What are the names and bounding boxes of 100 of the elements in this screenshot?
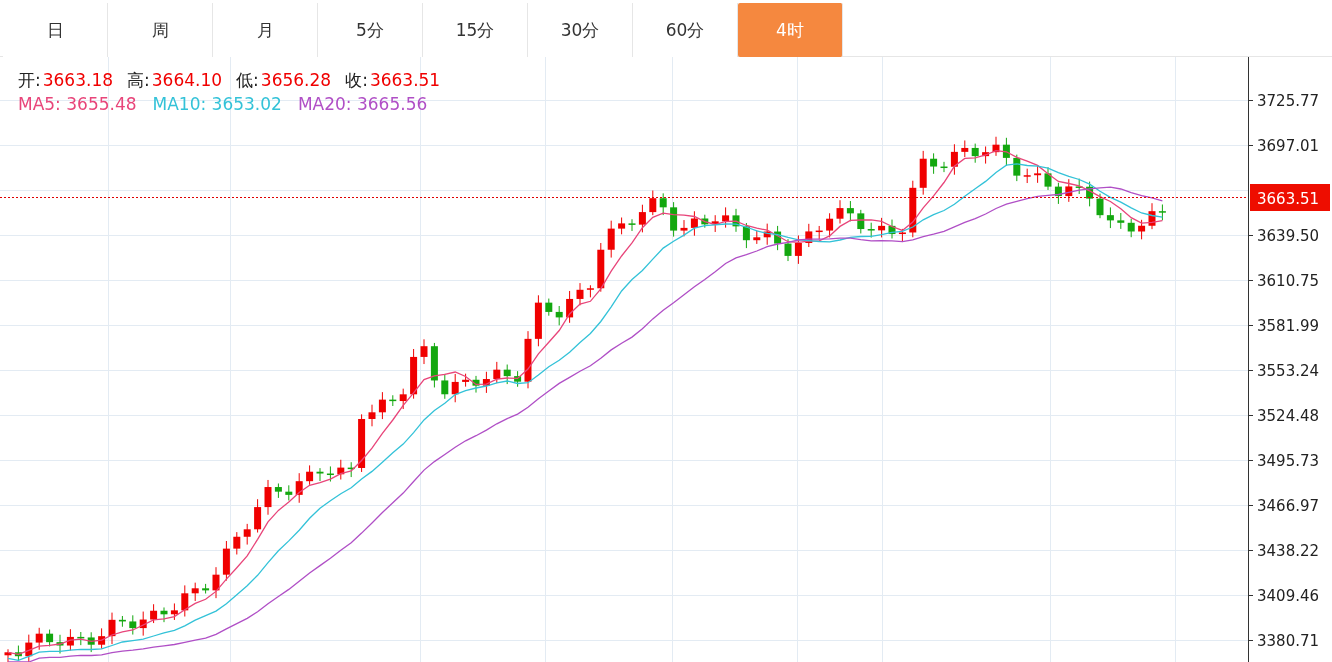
axis-label: 3495.73 [1257,452,1320,470]
candlestick [35,627,43,651]
timeframe-tab[interactable]: 日 [3,3,108,57]
candlestick [368,404,376,427]
candlestick [212,566,220,599]
axis-label: 3697.01 [1257,137,1320,155]
candlestick [139,611,147,637]
price-value: 3663.18 [42,70,114,90]
price-value: 3663.51 [369,70,441,90]
timeframe-tab[interactable]: 5分 [318,3,423,57]
candlestick [1065,178,1073,203]
candlestick [46,629,54,647]
timeframe-tab[interactable]: 60分 [633,3,738,57]
candlestick [316,467,324,482]
axis-label: 3581.99 [1257,317,1320,335]
candlestick [1086,181,1094,207]
candlestick [878,217,886,238]
candlestick [1158,204,1166,221]
axis-label: 3466.97 [1257,497,1320,515]
candlestick [982,145,990,165]
tick-mark [1247,145,1254,146]
candlestick [836,199,844,224]
axis-label: 3524.48 [1257,407,1320,425]
candlestick [420,338,428,365]
tick-mark [1247,550,1254,551]
timeframe-tab[interactable]: 15分 [423,3,528,57]
candlestick [451,373,459,403]
candlestick [930,152,938,175]
price-label: 开: [18,69,41,92]
moving-average-value: MA20: 3665.56 [297,94,428,114]
candlestick [1117,212,1125,230]
candlestick [794,234,802,265]
tick-mark [1247,325,1254,326]
candlestick [774,225,782,251]
candlestick [306,464,314,486]
tick-mark [1247,235,1254,236]
axis-label: 3409.46 [1257,587,1320,605]
candlestick [1013,154,1021,182]
candlestick [14,645,22,662]
candlestick [441,373,449,400]
candlestick [399,388,407,410]
candlestick [1106,206,1114,229]
candlestick [680,219,688,237]
price-value: 3656.28 [260,70,332,90]
tick-mark [1247,370,1254,371]
tick-mark [1247,280,1254,281]
candlestick [618,217,626,235]
candlestick [940,161,948,173]
timeframe-tab[interactable]: 30分 [528,3,633,57]
candlestick [191,582,199,602]
candlestick [961,139,969,158]
candlestick [826,212,834,238]
timeframe-tab[interactable]: 月 [213,3,318,57]
tick-mark [1247,505,1254,506]
candlestick [1075,178,1083,195]
candlestick [805,223,813,248]
candlestick [337,459,345,480]
candlestick [56,634,64,654]
axis-label: 3380.71 [1257,632,1320,650]
candlestick [295,472,303,504]
timeframe-tab[interactable]: 周 [108,3,213,57]
candlestick [160,606,168,623]
candlestick [514,370,522,388]
candlestick [472,375,480,394]
candlestick [108,612,116,645]
candlestick [586,284,594,298]
candlestick [992,136,1000,157]
axis-label: 3553.24 [1257,362,1320,380]
candlestick [867,222,875,239]
candlestick [742,222,750,249]
candlestick [493,361,501,384]
candlestick [1034,164,1042,184]
candlestick [389,394,397,407]
candlestick [410,348,418,400]
candlestick [701,214,709,229]
candlestick [919,150,927,196]
candlestick [482,371,490,394]
candlestick [909,180,917,238]
candlestick [545,298,553,317]
tick-mark [1247,460,1254,461]
candlestick [202,583,210,594]
candlestick [857,209,865,234]
candlestick [1127,218,1135,238]
candlestick [649,190,657,216]
candlestick [576,282,584,306]
axis-label: 3725.77 [1257,92,1320,110]
price-value: 3664.10 [151,70,223,90]
candlestick [25,634,33,662]
candlestick [670,201,678,238]
candlestick [524,330,532,389]
candlestick [763,223,771,246]
candlestick [888,219,896,239]
candlestick [732,208,740,233]
candlestick [98,627,106,650]
candlestick [4,648,12,662]
candlestick [555,305,563,326]
candlestick [347,461,355,478]
candlestick [534,294,542,347]
candlestick [462,373,470,388]
candlestick [254,498,262,534]
